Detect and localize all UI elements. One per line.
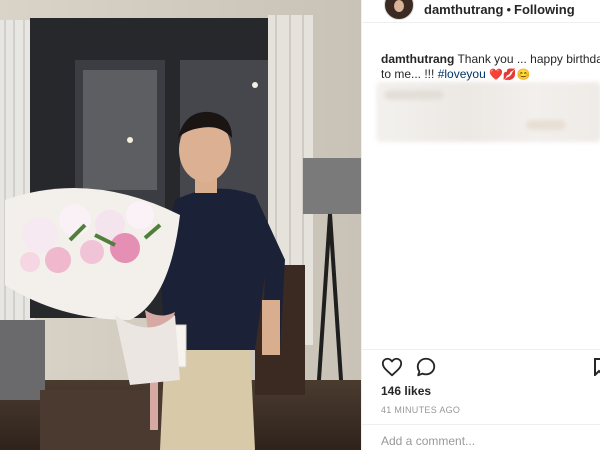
blurred-text-block (384, 90, 444, 100)
post-timestamp: 41 MINUTES AGO (381, 405, 461, 415)
caption-text-line2: to me... !!! (381, 67, 435, 81)
post-side-panel: damthutrang • Following damthutrang Thank … (361, 0, 600, 450)
post-caption: damthutrang Thank you ... happy birthday… (381, 52, 600, 83)
blurred-emoji-block (526, 120, 566, 130)
caption-hashtag[interactable]: #loveyou (438, 67, 486, 81)
avatar[interactable] (384, 0, 414, 20)
caption-username[interactable]: damthutrang (381, 52, 454, 66)
avatar-face (394, 0, 404, 12)
comment-input[interactable] (381, 433, 581, 449)
photo-illustration (0, 0, 361, 450)
post-header: damthutrang • Following (362, 0, 600, 23)
bookmark-icon[interactable] (594, 358, 600, 378)
following-button[interactable]: Following (514, 2, 575, 17)
caption-text-line1: Thank you ... happy birthday (457, 52, 600, 66)
separator-dot: • (506, 2, 512, 17)
likes-count[interactable]: 146 likes (381, 384, 431, 398)
blurred-comment (376, 82, 600, 142)
username-link[interactable]: damthutrang (424, 2, 503, 17)
post-photo[interactable] (0, 0, 361, 450)
actions-divider (362, 349, 600, 350)
heart-icon[interactable] (381, 356, 403, 378)
comment-divider (362, 424, 600, 425)
comment-icon[interactable] (415, 356, 437, 378)
caption-emojis: ❤️💋😊 (489, 69, 531, 81)
header-line: damthutrang • Following (424, 2, 575, 17)
